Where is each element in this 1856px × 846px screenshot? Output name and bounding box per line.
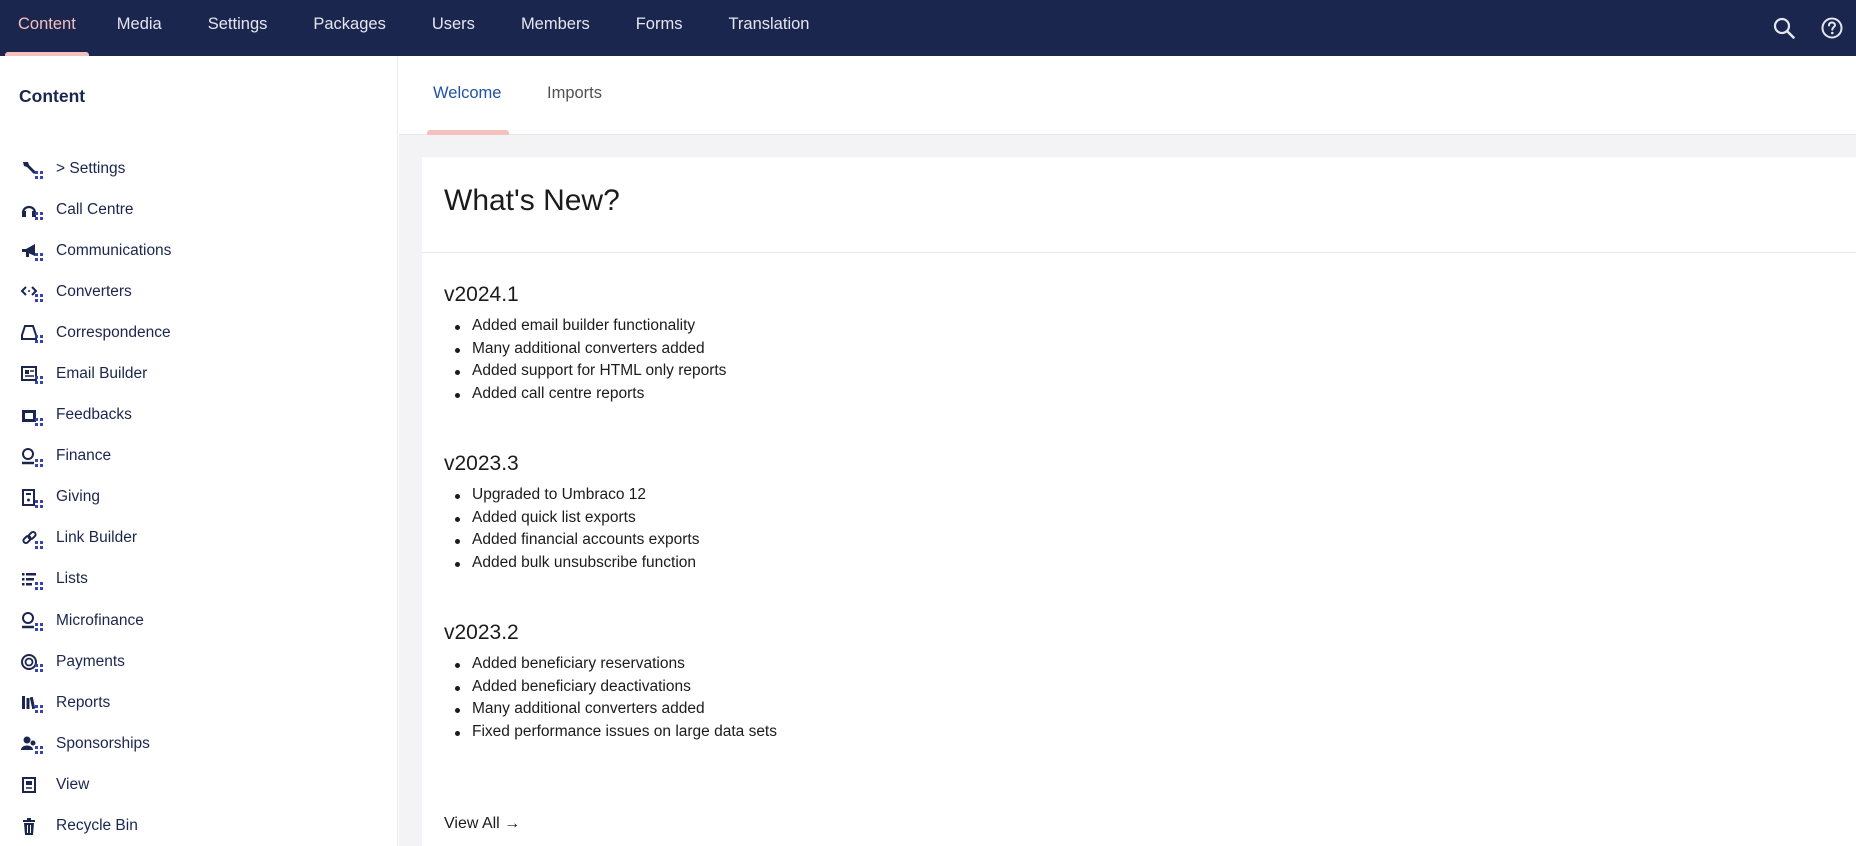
nav-media[interactable]: Media [94,0,185,56]
release-version: v2023.3 [444,452,519,475]
sidebar-title: Content [19,86,86,106]
tree-item-label: Converters [56,282,132,300]
view-all-link[interactable]: View All → [444,815,520,833]
release-notes: v2023.2 Added beneficiary reservations A… [444,621,777,743]
nav-users[interactable]: Users [409,0,498,56]
tree-item-giving[interactable]: Giving [0,477,397,518]
release-items: Upgraded to Umbraco 12 Added quick list … [444,484,699,574]
dashboard-tabs: Welcome Imports [399,56,1856,135]
list-item: Added bulk unsubscribe function [444,552,699,575]
list-item: Added beneficiary reservations [444,653,777,676]
tree-item-label: Email Builder [56,365,148,383]
tree-item-label: Feedbacks [56,406,132,424]
tree-item-label: Correspondence [56,323,171,341]
grid-badge-icon [35,623,43,632]
list-item: Added financial accounts exports [444,529,699,552]
release-version: v2023.2 [444,621,519,644]
grid-badge-icon [35,746,43,755]
list-item: Fixed performance issues on large data s… [444,721,777,744]
search-button[interactable] [1760,4,1808,52]
tab-welcome[interactable]: Welcome [433,84,501,103]
tree-item-feedbacks[interactable]: Feedbacks [0,395,397,436]
main-content: Welcome Imports What's New? v2024.1 Adde… [399,56,1856,846]
tree-item-label: Finance [56,447,112,465]
header-tools [1760,0,1856,56]
tree-item-view[interactable]: View [0,764,397,805]
release-items: Added email builder functionality Many a… [444,315,726,405]
grid-badge-icon [35,212,43,221]
search-icon [1773,17,1795,39]
tree-item-converters[interactable]: Converters [0,271,397,312]
tree-item-settings[interactable]: > Settings [0,148,397,189]
tree-item-lists[interactable]: Lists [0,559,397,600]
help-icon [1821,17,1843,39]
nav-content[interactable]: Content [0,0,94,56]
grid-badge-icon [35,335,43,344]
tree-item-recycle-bin[interactable]: Recycle Bin [0,806,397,846]
grid-badge-icon [35,540,43,549]
grid-badge-icon [35,458,43,467]
grid-badge-icon [35,499,43,508]
help-button[interactable] [1808,4,1856,52]
list-item: Added beneficiary deactivations [444,676,777,699]
tree-item-label: Recycle Bin [56,817,138,835]
tree-item-reports[interactable]: Reports [0,682,397,723]
tree-item-label: View [56,775,90,793]
tree-item-label: Sponsorships [56,734,150,752]
release-notes: v2023.3 Upgraded to Umbraco 12 Added qui… [444,452,699,574]
nav-members[interactable]: Members [498,0,613,56]
grid-badge-icon [35,705,43,714]
tree-item-label: > Settings [56,159,126,177]
tree-item-microfinance[interactable]: Microfinance [0,600,397,641]
top-navigation-bar: Content Media Settings Packages Users Me… [0,0,1856,56]
content-sidebar: Content > Settings Call Centre Communica… [0,56,398,846]
grid-badge-icon [35,581,43,590]
tree-item-label: Lists [56,570,88,588]
grid-badge-icon [35,171,43,179]
trash-icon [23,817,35,835]
nav-packages[interactable]: Packages [290,0,408,56]
release-notes: v2024.1 Added email builder functionalit… [444,283,726,405]
release-version: v2024.1 [444,283,519,306]
nav-settings[interactable]: Settings [185,0,291,56]
tree-item-sponsorships[interactable]: Sponsorships [0,723,397,764]
panel-header: What's New? [422,157,1856,253]
tree-item-label: Communications [56,241,172,259]
list-item: Upgraded to Umbraco 12 [444,484,699,507]
tree-item-label: Payments [56,652,125,670]
tab-imports[interactable]: Imports [547,84,602,103]
grid-badge-icon [35,376,43,385]
whats-new-panel: What's New? v2024.1 Added email builder … [422,157,1856,846]
page-title: What's New? [444,184,620,217]
content-tree: > Settings Call Centre Communications Co… [0,148,397,846]
grid-badge-icon [35,253,43,262]
grid-badge-icon [35,294,43,303]
section-nav: Content Media Settings Packages Users Me… [0,0,832,56]
grid-badge-icon [35,417,43,426]
tree-item-label: Reports [56,693,111,711]
tree-item-correspondence[interactable]: Correspondence [0,312,397,353]
tree-item-call-centre[interactable]: Call Centre [0,189,397,230]
tree-item-label: Microfinance [56,611,144,629]
tree-item-label: Giving [56,488,100,506]
list-item: Many additional converters added [444,698,777,721]
list-item: Added email builder functionality [444,315,726,338]
nav-translation[interactable]: Translation [705,0,832,56]
tree-item-email-builder[interactable]: Email Builder [0,353,397,394]
tree-item-communications[interactable]: Communications [0,230,397,271]
tree-item-link-builder[interactable]: Link Builder [0,518,397,559]
nav-forms[interactable]: Forms [613,0,706,56]
list-item: Added support for HTML only reports [444,360,726,383]
active-tab-indicator [427,130,509,135]
tree-item-label: Link Builder [56,529,137,547]
tree-item-label: Call Centre [56,200,134,218]
list-item: Added quick list exports [444,507,699,530]
grid-badge-icon [35,664,43,673]
release-items: Added beneficiary reservations Added ben… [444,653,777,743]
list-item: Many additional converters added [444,338,726,361]
document-icon [22,777,36,794]
list-item: Added call centre reports [444,383,726,406]
tree-item-finance[interactable]: Finance [0,436,397,477]
tree-item-payments[interactable]: Payments [0,641,397,682]
